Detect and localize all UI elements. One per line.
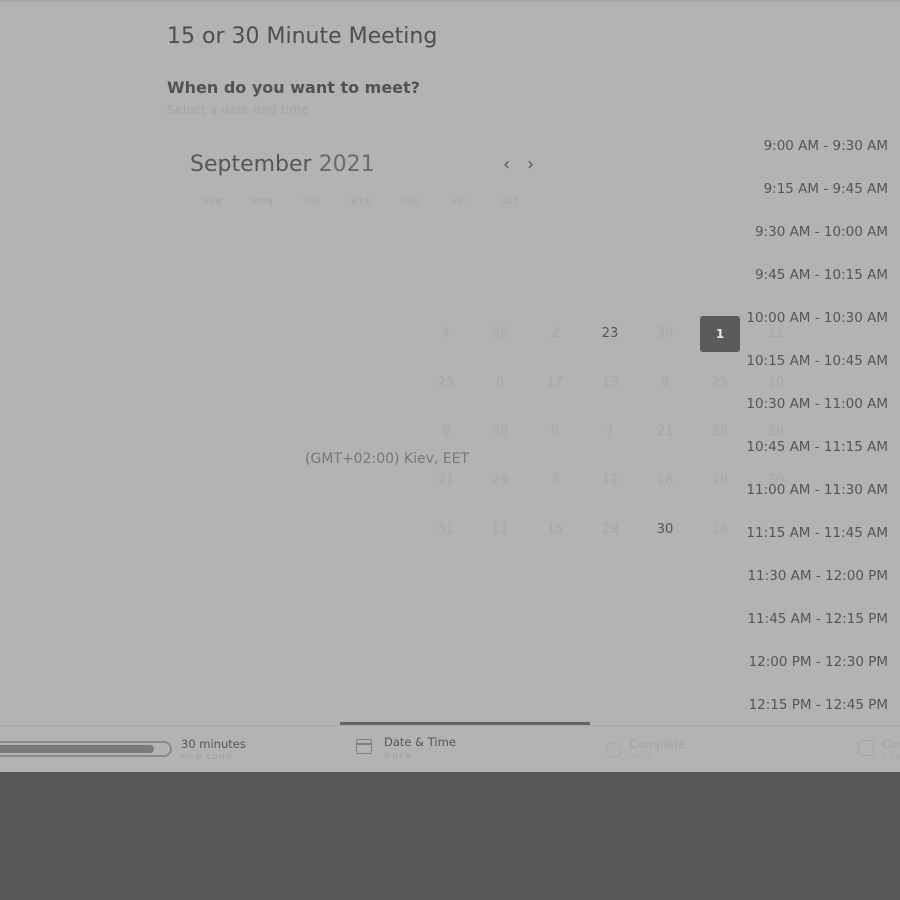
question-heading: When do you want to meet? — [167, 78, 420, 97]
calendar-day[interactable]: 30 — [645, 512, 685, 548]
active-step-indicator — [340, 722, 590, 725]
calendar-day[interactable]: 29 — [480, 463, 520, 499]
step-datetime-title[interactable]: Date & Time — [384, 735, 456, 749]
calendar-day[interactable]: 12 — [590, 463, 630, 499]
month-name: September — [190, 152, 312, 177]
time-slot[interactable]: 10:00 AM - 10:30 AM — [728, 310, 888, 326]
time-slot[interactable]: 11:00 AM - 11:30 AM — [728, 482, 888, 498]
step-confirm-sub: DONE — [882, 753, 900, 761]
time-slot[interactable]: 12:15 PM - 12:45 PM — [728, 697, 888, 713]
month-label: September 2021 — [190, 152, 375, 177]
calendar-day[interactable]: 23 — [590, 316, 630, 352]
time-slot[interactable]: 11:30 AM - 12:00 PM — [728, 568, 888, 584]
calendar-day[interactable]: 4 — [426, 316, 466, 352]
calendar-day[interactable]: 13 — [590, 365, 630, 401]
calendar-day[interactable]: 18 — [645, 463, 685, 499]
time-slot[interactable]: 10:30 AM - 11:00 AM — [728, 396, 888, 412]
top-edge — [0, 0, 900, 2]
time-slot[interactable]: 11:15 AM - 11:45 AM — [728, 525, 888, 541]
calendar-day[interactable]: 30 — [645, 316, 685, 352]
duration-progress-fill — [0, 745, 154, 753]
calendar-day[interactable]: 8 — [645, 365, 685, 401]
weekday-tue: TUE — [302, 197, 322, 206]
calendar-day[interactable]: 21 — [426, 463, 466, 499]
time-slot[interactable]: 9:30 AM - 10:00 AM — [728, 224, 888, 240]
calendar-day[interactable]: 25 — [426, 365, 466, 401]
time-slot[interactable]: 9:45 AM - 10:15 AM — [728, 267, 888, 283]
chevron-right-icon[interactable]: › — [527, 154, 534, 176]
calendar-day[interactable]: 17 — [535, 365, 575, 401]
calendar-day[interactable]: 3 — [535, 463, 575, 499]
step-details-title: Complete — [630, 737, 686, 751]
chevron-left-icon[interactable]: ‹ — [503, 154, 510, 176]
calendar-icon — [356, 739, 372, 754]
check-icon — [858, 740, 874, 756]
booking-panel: 15 or 30 Minute Meeting When do you want… — [0, 0, 900, 772]
time-slot[interactable]: 12:00 PM - 12:30 PM — [728, 654, 888, 670]
calendar-day[interactable]: 7 — [590, 414, 630, 450]
weekday-sun: SUN — [203, 197, 223, 206]
weekday-wed: WED — [350, 197, 373, 206]
page-title: 15 or 30 Minute Meeting — [167, 24, 438, 49]
weekday-sat: SAT — [501, 197, 519, 206]
calendar-day[interactable]: 2 — [535, 316, 575, 352]
calendar-day[interactable]: 6 — [535, 414, 575, 450]
calendar-day[interactable]: 29 — [590, 512, 630, 548]
weekday-mon: MON — [251, 197, 274, 206]
calendar-day[interactable]: 9 — [426, 414, 466, 450]
calendar-day[interactable]: 11 — [480, 512, 520, 548]
step-duration-title[interactable]: 30 minutes — [181, 737, 246, 751]
calendar-day[interactable]: 15 — [535, 512, 575, 548]
duration-progress-track — [0, 741, 172, 757]
step-datetime-sub: WHEN — [384, 752, 412, 760]
month-year: 2021 — [318, 152, 375, 177]
calendar-day[interactable]: 31 — [426, 512, 466, 548]
time-slot[interactable]: 9:15 AM - 9:45 AM — [728, 181, 888, 197]
subtitle: Select a date and time — [167, 102, 310, 117]
time-slot[interactable]: 9:00 AM - 9:30 AM — [728, 138, 888, 154]
time-slot[interactable]: 10:45 AM - 11:15 AM — [728, 439, 888, 455]
time-slot[interactable]: 11:45 AM - 12:15 PM — [728, 611, 888, 627]
step-divider — [0, 725, 900, 726]
step-progress-bar: 30 minutes HOW LONG Date & Time WHEN Com… — [0, 722, 900, 772]
step-details-sub: WHO — [630, 753, 653, 761]
weekday-fri: FRI — [452, 197, 469, 206]
step-duration-sub: HOW LONG — [181, 753, 233, 761]
calendar-day[interactable]: 6 — [480, 365, 520, 401]
time-slot[interactable]: 10:15 AM - 10:45 AM — [728, 353, 888, 369]
calendar-day[interactable]: 21 — [645, 414, 685, 450]
calendar-day[interactable]: 26 — [480, 316, 520, 352]
weekday-thu: THU — [401, 197, 421, 206]
info-icon — [606, 742, 622, 758]
step-confirm-title: Confirm — [882, 737, 900, 751]
calendar-day[interactable]: 30 — [480, 414, 520, 450]
timezone-selector[interactable]: (GMT+02:00) Kiev, EET — [305, 451, 469, 467]
